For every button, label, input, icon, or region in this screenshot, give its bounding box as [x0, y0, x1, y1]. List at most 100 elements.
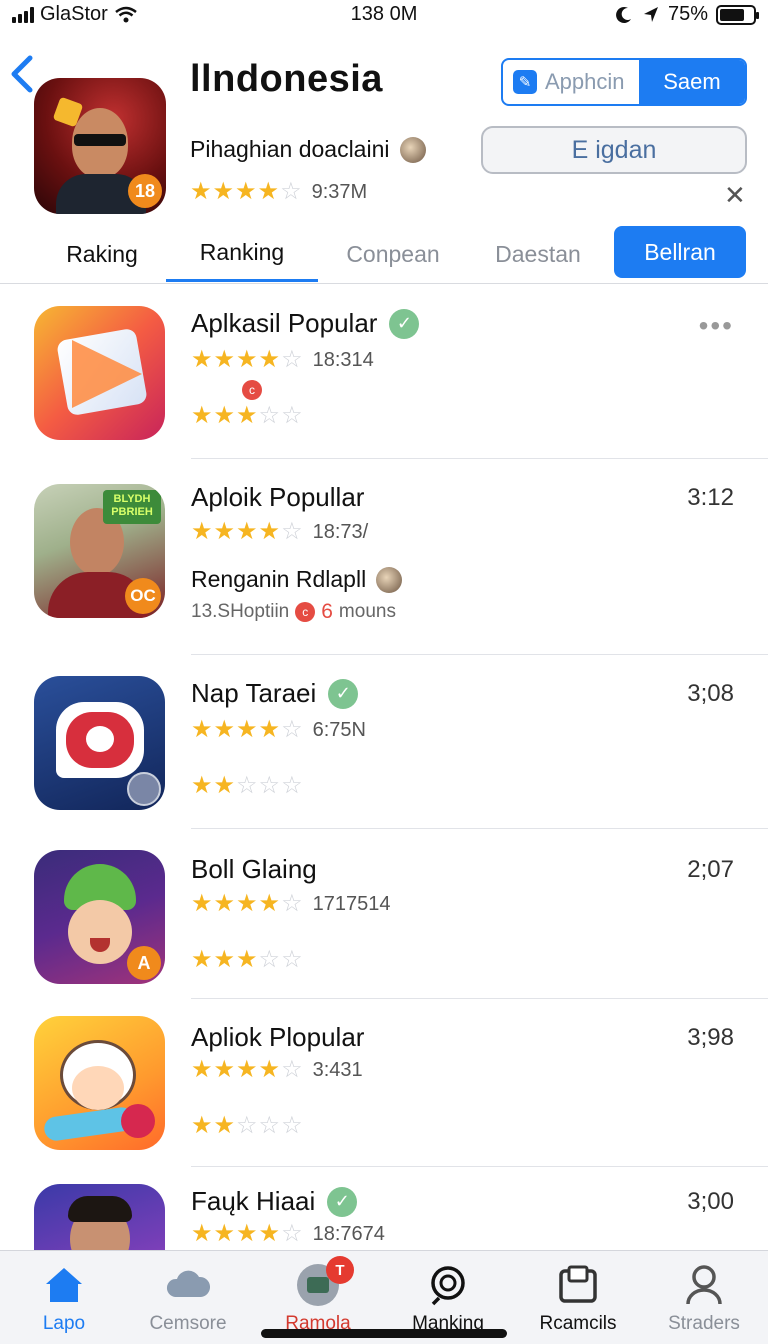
- bottom-tab-rcamcils[interactable]: Rcamcils: [514, 1263, 642, 1335]
- item-meta: 13.SHoptiin c 6 mouns: [191, 600, 396, 623]
- star-empty-icon: ☆: [258, 772, 281, 799]
- emoji-icon: [376, 566, 403, 593]
- app-icon[interactable]: [34, 306, 165, 440]
- more-icon[interactable]: •••: [699, 310, 734, 342]
- star-rating: ★ ★ ★ ★ ☆: [191, 892, 303, 916]
- star-empty-icon: ☆: [281, 1112, 303, 1139]
- bottom-tab-lapo[interactable]: Lapo: [0, 1263, 128, 1335]
- verified-icon: ✓: [389, 308, 420, 339]
- seg-option-app[interactable]: ✎ Apphcin: [503, 60, 639, 104]
- back-chevron-icon[interactable]: [4, 52, 40, 96]
- star-filled-icon: ★: [191, 518, 213, 545]
- star-empty-icon: ☆: [281, 716, 303, 743]
- app-name: Nap Taraei ✓: [191, 678, 359, 709]
- star-filled-icon: ★: [191, 946, 213, 973]
- star-filled-icon: ★: [213, 1056, 236, 1083]
- star-empty-icon: ☆: [281, 518, 303, 545]
- icon-badge: A: [127, 946, 161, 980]
- item-time: 3;98: [687, 1024, 734, 1051]
- star-filled-icon: ★: [236, 716, 258, 743]
- star-filled-icon: ★: [257, 178, 280, 205]
- star-filled-icon: ★: [213, 402, 236, 429]
- star-filled-icon: ★: [258, 518, 281, 545]
- star-filled-icon: ★: [236, 1220, 258, 1247]
- star-empty-icon: ☆: [281, 346, 303, 373]
- star-filled-icon: ★: [191, 772, 213, 799]
- star-filled-icon: ★: [191, 1220, 213, 1247]
- app-icon[interactable]: [34, 1016, 165, 1150]
- seg-option-saem[interactable]: Saem: [639, 60, 745, 104]
- item-time: 2;07: [687, 856, 734, 883]
- bottom-tab-ramola[interactable]: Ramola: [254, 1263, 382, 1335]
- app-hero-icon[interactable]: 18: [34, 78, 166, 214]
- star-empty-icon: ☆: [281, 1220, 303, 1247]
- star-rating: ★ ★ ★ ☆ ☆: [191, 404, 303, 428]
- rating-line-2: ★ ★ ★ ☆ ☆: [191, 948, 303, 972]
- person-icon: [686, 1265, 722, 1305]
- cloud-icon: [166, 1270, 211, 1297]
- rating-count: 18:314: [312, 348, 374, 371]
- tray-icon: [559, 1265, 597, 1303]
- rating-line-2: ★ ★ ☆ ☆ ☆: [191, 774, 303, 798]
- star-empty-icon: ☆: [281, 946, 303, 973]
- rating-count: 9:37M: [311, 180, 368, 203]
- app-icon[interactable]: [34, 676, 165, 810]
- star-filled-icon: ★: [236, 346, 258, 373]
- bottom-tab-cemsore[interactable]: Cemsore: [124, 1263, 252, 1335]
- star-filled-icon: ★: [213, 1112, 236, 1139]
- star-filled-icon: ★: [258, 890, 281, 917]
- tab-ranking[interactable]: Ranking: [166, 226, 318, 282]
- star-filled-icon: ★: [212, 178, 235, 205]
- app-name: Boll Glaing: [191, 854, 317, 884]
- close-icon[interactable]: ✕: [724, 180, 746, 211]
- star-rating: ★ ★ ★ ★ ☆: [191, 348, 303, 372]
- rating-line: ★ ★ ★ ★ ☆ 1717514: [191, 892, 390, 916]
- divider: [191, 458, 768, 459]
- bottom-tab-straders[interactable]: Straders: [640, 1263, 768, 1335]
- bottom-tab-manking[interactable]: Manking: [384, 1263, 512, 1335]
- status-dot: c: [242, 380, 262, 400]
- rating-count: 6:75N: [312, 718, 366, 741]
- tab-daestan[interactable]: Daestan: [466, 226, 610, 282]
- bottom-tab-label: Lapo: [42, 1313, 86, 1334]
- tab-raking[interactable]: Raking: [36, 226, 168, 282]
- star-filled-icon: ★: [258, 716, 281, 743]
- app-name: Aploik Popullar: [191, 482, 365, 512]
- star-empty-icon: ☆: [280, 178, 302, 205]
- app-name: Faųk Hiaai ✓: [191, 1186, 358, 1217]
- star-filled-icon: ★: [236, 402, 258, 429]
- star-rating: ★ ★ ★ ★ ☆: [191, 520, 303, 544]
- battery-percent: 75%: [667, 3, 708, 25]
- app-name: Apliok Plopular: [191, 1022, 365, 1052]
- search-icon: [431, 1266, 465, 1306]
- rating-line: ★ ★ ★ ★ ☆ 18:314: [191, 348, 374, 372]
- star-filled-icon: ★: [191, 1112, 213, 1139]
- star-empty-icon: ☆: [281, 890, 303, 917]
- tab-conpean[interactable]: Conpean: [320, 226, 466, 282]
- star-empty-icon: ☆: [281, 402, 303, 429]
- star-empty-icon: ☆: [236, 772, 258, 799]
- rating-line: ★ ★ ★ ★ ☆ 18:73/: [191, 520, 368, 544]
- home-indicator[interactable]: [261, 1329, 507, 1338]
- rating-line-2: ★ ★ ★ ☆ ☆: [191, 404, 303, 428]
- app-icon[interactable]: BLYDH PBRIEH OC: [34, 484, 165, 618]
- get-button[interactable]: E igdan: [481, 126, 747, 174]
- segmented-control: ✎ Apphcin Saem: [501, 58, 747, 106]
- star-filled-icon: ★: [236, 1056, 258, 1083]
- item-time: 3;08: [687, 680, 734, 707]
- rating-count: 18:7674: [312, 1222, 385, 1245]
- star-empty-icon: ☆: [281, 1056, 303, 1083]
- red-dot-icon: c: [242, 380, 262, 400]
- tab-bellran[interactable]: Bellran: [614, 226, 746, 278]
- item-subtitle: Renganin Rdlapll: [191, 566, 403, 593]
- age-badge: 18: [128, 174, 162, 208]
- divider: [191, 1166, 768, 1167]
- divider: [191, 654, 768, 655]
- red-dot-icon: c: [295, 602, 316, 622]
- star-filled-icon: ★: [236, 518, 258, 545]
- star-rating: ★ ★ ★ ★ ☆: [191, 718, 303, 742]
- app-icon[interactable]: A: [34, 850, 165, 984]
- emoji-icon: [399, 136, 426, 163]
- star-empty-icon: ☆: [258, 946, 281, 973]
- star-filled-icon: ★: [236, 890, 258, 917]
